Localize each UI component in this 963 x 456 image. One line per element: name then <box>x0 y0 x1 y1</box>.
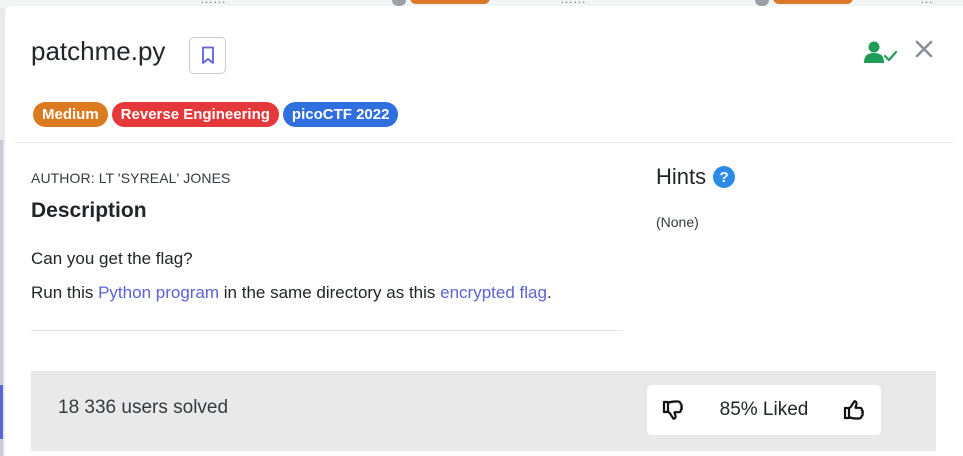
user-check-icon[interactable] <box>863 39 897 65</box>
background-text: …… <box>560 0 586 6</box>
background-text: … <box>920 0 933 6</box>
close-icon[interactable] <box>912 37 936 61</box>
category-badge[interactable]: Reverse Engineering <box>111 102 279 127</box>
description-divider <box>31 330 623 331</box>
background-edge-accent <box>0 385 3 439</box>
challenge-title: patchme.py <box>31 36 166 66</box>
background-pill <box>773 0 853 4</box>
rating-panel: 85% Liked <box>647 385 881 435</box>
challenge-footer: 18 336 users solved 85% Liked <box>31 371 936 451</box>
thumbs-up-icon[interactable] <box>841 397 867 423</box>
description-text: in the same directory as this <box>219 283 441 302</box>
python-program-link[interactable]: Python program <box>98 283 219 302</box>
hints-value: (None) <box>656 214 699 230</box>
hints-heading: Hints ? <box>656 164 736 190</box>
modal-header: patchme.py Medium Reverse Engineering pi… <box>5 6 963 144</box>
description-text: Run this <box>31 283 99 302</box>
description-instructions: Run this Python program in the same dire… <box>31 283 552 303</box>
tag-list: Medium Reverse Engineering picoCTF 2022 <box>33 102 399 127</box>
bookmark-icon <box>201 46 214 64</box>
header-divider <box>15 142 953 143</box>
help-icon[interactable]: ? <box>713 166 736 188</box>
background-text: …… <box>200 0 226 6</box>
encrypted-flag-link[interactable]: encrypted flag <box>440 283 547 302</box>
description-heading: Description <box>31 199 147 222</box>
description-text: . <box>546 283 552 302</box>
challenge-modal: patchme.py Medium Reverse Engineering pi… <box>5 6 963 456</box>
difficulty-badge[interactable]: Medium <box>33 102 108 127</box>
description-text: Can you get the flag? <box>31 249 193 268</box>
background-pill <box>410 0 490 4</box>
event-badge[interactable]: picoCTF 2022 <box>282 102 399 127</box>
hints-title: Hints <box>656 164 707 189</box>
bookmark-button[interactable] <box>189 37 226 74</box>
solved-count: 18 336 users solved <box>58 397 229 418</box>
author-label: AUTHOR: LT 'SYREAL' JONES <box>31 170 231 186</box>
